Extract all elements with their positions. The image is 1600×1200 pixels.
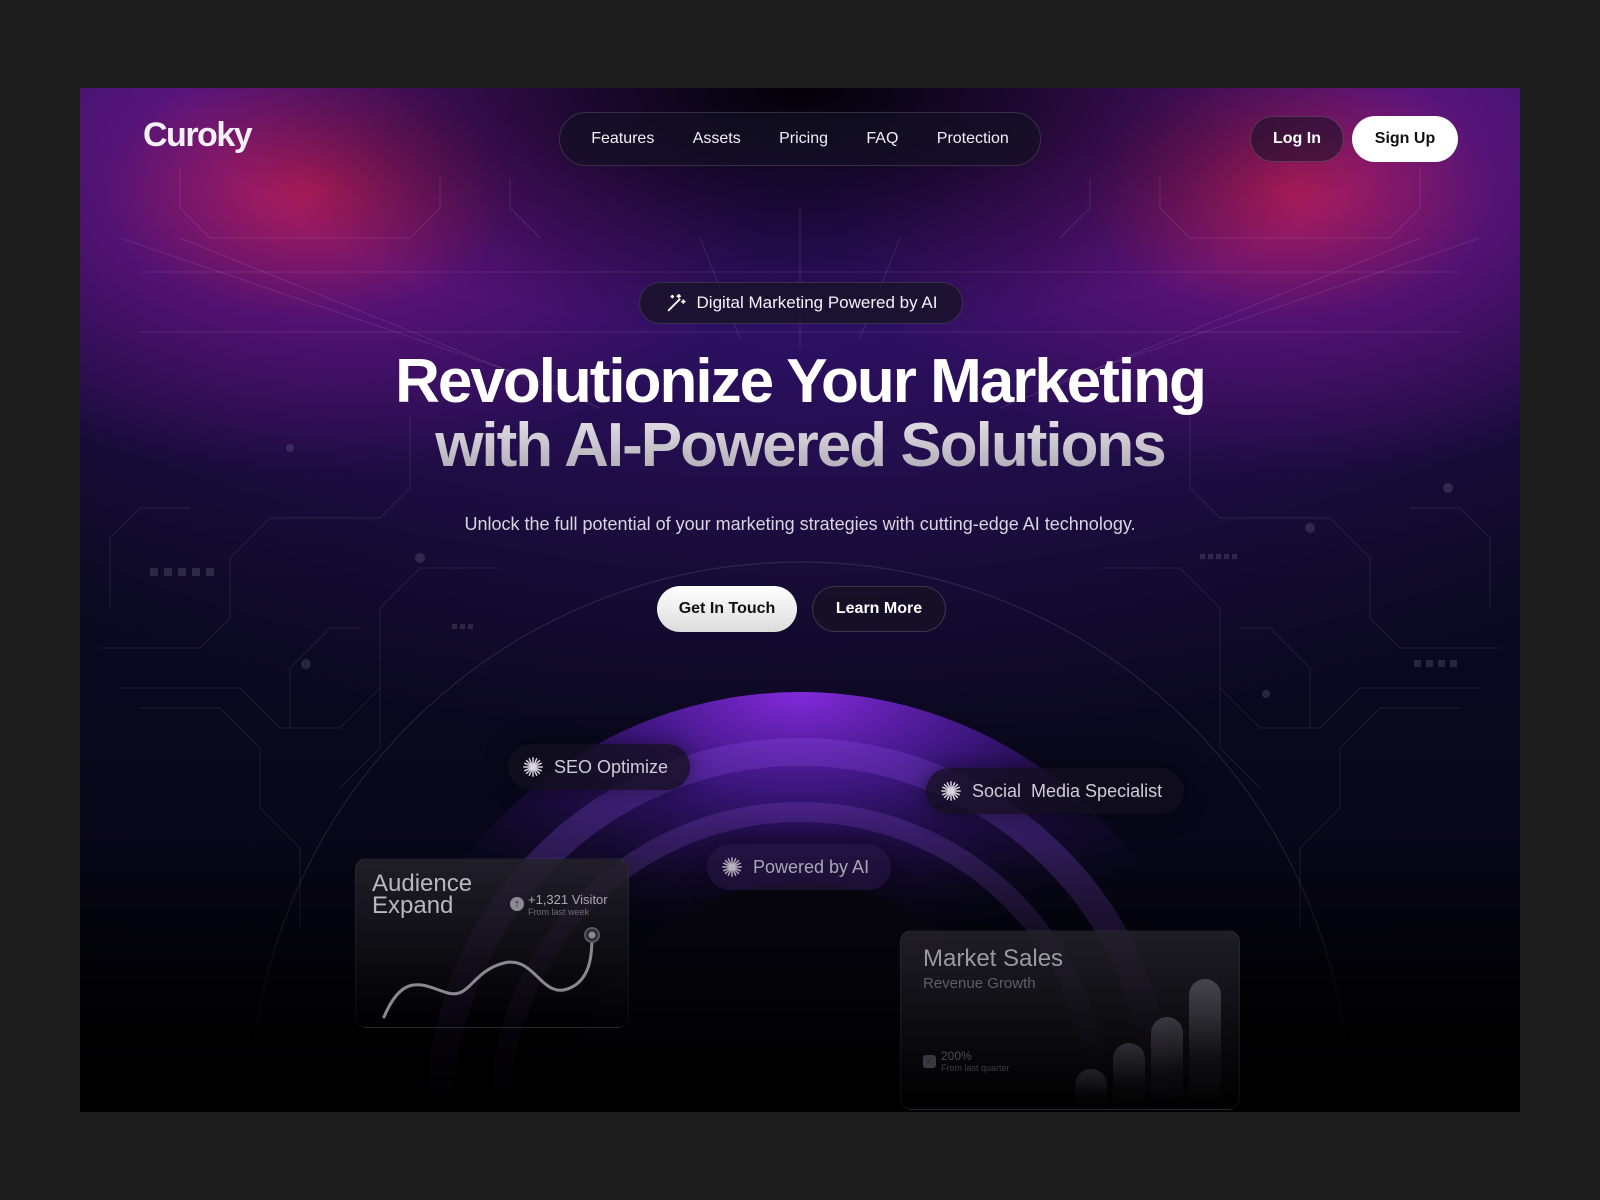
landing-page: Curoky Features Assets Pricing FAQ Prote… (80, 88, 1520, 1112)
signup-button[interactable]: Sign Up (1352, 116, 1458, 162)
market-bar (1189, 979, 1221, 1109)
learn-more-button[interactable]: Learn More (812, 586, 946, 632)
market-card-title: Market Sales (923, 945, 1064, 972)
market-bar (1113, 1043, 1145, 1109)
feature-pill-label: SEO Optimize (554, 756, 669, 777)
sparkle-icon (941, 781, 961, 801)
hero-badge: Digital Marketing Powered by AI (639, 282, 963, 324)
feature-pill-ai: Powered by AI (707, 844, 892, 890)
sparkle-icon (722, 857, 742, 877)
arrow-up-icon: ↑ (510, 897, 524, 911)
get-in-touch-button[interactable]: Get In Touch (657, 586, 797, 632)
brand-logo[interactable]: Curoky (143, 116, 253, 155)
checkbox-icon: ✓ (923, 1055, 936, 1068)
nav-assets[interactable]: Assets (685, 124, 749, 154)
magic-wand-icon (667, 293, 686, 312)
nav-pricing[interactable]: Pricing (771, 124, 836, 154)
audience-visitor-stat: +1,321 Visitor (528, 892, 608, 907)
arc-illustration (249, 561, 1351, 1112)
hero-subtitle: Unlock the full potential of your market… (464, 514, 1136, 534)
hero-badge-label: Digital Marketing Powered by AI (696, 293, 938, 312)
audience-trend-line (382, 927, 600, 1019)
login-button[interactable]: Log In (1250, 116, 1344, 162)
main-nav: Features Assets Pricing FAQ Protection (559, 112, 1041, 166)
market-stat-caption: From last quarter (941, 1063, 1010, 1073)
hero-title: Revolutionize Your Marketing with AI-Pow… (200, 350, 1400, 478)
feature-pill-label: Powered by AI (753, 856, 870, 877)
feature-pill-label: Social Media Specialist (972, 780, 1163, 801)
market-bar (1151, 1017, 1183, 1109)
hero-title-line2: with AI-Powered Solutions (200, 414, 1400, 478)
nav-protection[interactable]: Protection (929, 124, 1017, 154)
audience-stat-caption: From last week (528, 907, 590, 917)
nav-features[interactable]: Features (583, 124, 662, 154)
market-bars (1071, 969, 1231, 1109)
sparkle-icon (523, 757, 543, 777)
market-sales-card: Market Sales Revenue Growth ✓ 200% From … (900, 930, 1240, 1110)
market-bar (1075, 1069, 1107, 1109)
audience-expand-card: Audience Expand ↑ +1,321 Visitor From la… (355, 858, 629, 1028)
market-growth-stat: 200% (941, 1049, 972, 1063)
feature-pill-social: Social Media Specialist (926, 768, 1185, 814)
audience-card-title: Audience Expand (372, 870, 473, 919)
feature-pill-seo: SEO Optimize (508, 744, 691, 790)
market-card-subtitle: Revenue Growth (923, 975, 1036, 992)
hero-title-line1: Revolutionize Your Marketing (395, 347, 1207, 416)
nav-faq[interactable]: FAQ (858, 124, 906, 154)
